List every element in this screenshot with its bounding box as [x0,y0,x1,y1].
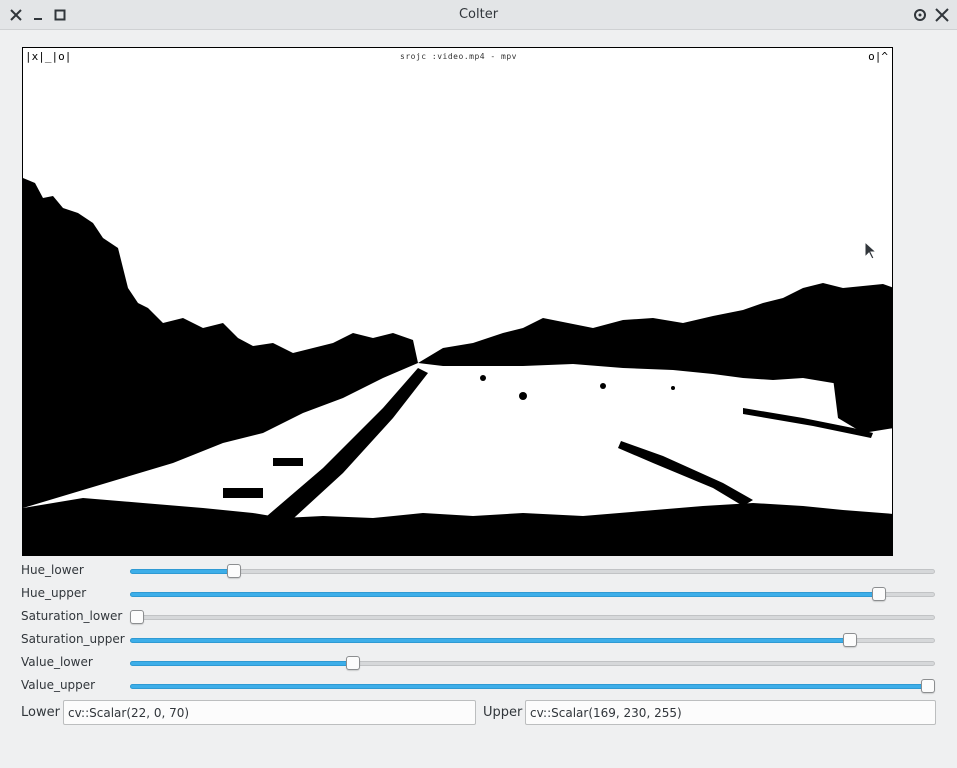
slider-row-hue-lower: Hue_lower [0,559,957,582]
slider-row-value-lower: Value_lower [0,651,957,674]
pin-icon [914,9,926,21]
upper-scalar-field[interactable]: cv::Scalar(169, 230, 255) [525,700,936,725]
upper-label: Upper [483,705,523,720]
slider-saturation-upper[interactable] [130,633,935,647]
video-window-label: srojc :video.mp4 - mpv [400,52,517,61]
viewer-toolbar-right[interactable]: o|^ [868,50,888,63]
slider-handle-value-upper[interactable] [921,679,935,693]
slider-saturation-lower[interactable] [130,610,935,624]
slider-handle-saturation-lower[interactable] [130,610,144,624]
close-window-button[interactable] [6,5,26,25]
video-threshold-view[interactable]: srojc :video.mp4 - mpv |x|_|o| o|^ [22,47,893,556]
slider-label-saturation-upper: Saturation_upper [21,632,125,646]
viewer-toolbar-left[interactable]: |x|_|o| [25,50,71,63]
slider-row-saturation-upper: Saturation_upper [0,628,957,651]
slider-fill-hue-lower [130,569,235,574]
slider-hue-upper[interactable] [130,587,935,601]
slider-row-value-upper: Value_upper [0,674,957,697]
slider-value-upper[interactable] [130,679,935,693]
close-icon [10,9,22,21]
slider-label-value-upper: Value_upper [21,678,96,692]
slider-fill-value-upper [130,684,935,689]
close-icon [935,8,949,22]
mouse-cursor-icon [864,240,878,265]
slider-handle-hue-upper[interactable] [872,587,886,601]
slider-hue-lower[interactable] [130,564,935,578]
slider-fill-saturation-upper [130,638,851,643]
maximize-icon [54,9,66,21]
keep-above-button[interactable] [910,5,930,25]
slider-label-hue-upper: Hue_upper [21,586,87,600]
slider-row-saturation-lower: Saturation_lower [0,605,957,628]
slider-handle-saturation-upper[interactable] [843,633,857,647]
title-bar[interactable]: Colter [0,0,957,30]
slider-fill-hue-upper [130,592,880,597]
slider-label-saturation-lower: Saturation_lower [21,609,123,623]
slider-value-lower[interactable] [130,656,935,670]
slider-label-value-lower: Value_lower [21,655,93,669]
slider-handle-value-lower[interactable] [346,656,360,670]
thresholded-frame-image [23,48,892,555]
close-window-button-right[interactable] [932,5,952,25]
slider-label-hue-lower: Hue_lower [21,563,84,577]
minimize-icon [34,18,42,20]
maximize-window-button[interactable] [50,5,70,25]
lower-scalar-field[interactable]: cv::Scalar(22, 0, 70) [63,700,476,725]
minimize-window-button[interactable] [28,5,48,25]
slider-row-hue-upper: Hue_upper [0,582,957,605]
lower-label: Lower [21,705,60,720]
window-title: Colter [458,7,499,22]
app-window: Colter srojc:video.mp4 - mpv |x|_|o| o|… [0,0,957,768]
slider-fill-value-lower [130,661,354,666]
slider-handle-hue-lower[interactable] [227,564,241,578]
